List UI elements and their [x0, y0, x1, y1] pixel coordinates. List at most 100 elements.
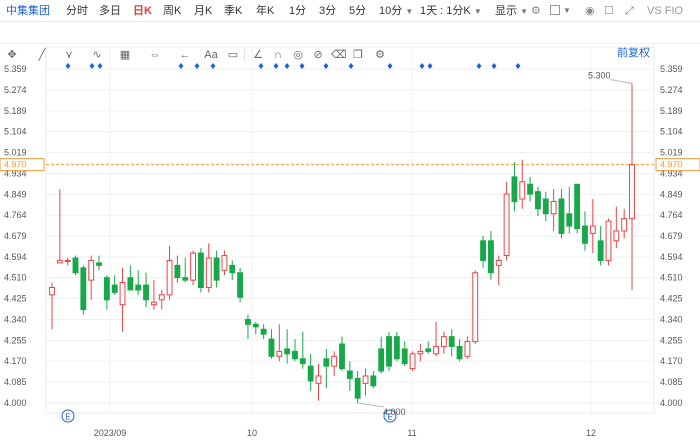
candle-body: [535, 191, 541, 210]
y-tick-label-right: 4.255: [660, 335, 683, 345]
y-tick-label-left: 4.085: [4, 377, 27, 387]
candle-body: [292, 350, 298, 360]
range-select[interactable]: 1天 : 1分K ▼: [420, 4, 482, 19]
display-menu[interactable]: 显示 ▼: [495, 4, 528, 19]
y-tick-label-left: 5.189: [4, 106, 27, 116]
top-toolbar: 中集集团 分时 多日 日K 周K 月K 季K 年K 1分 3分 5分 10分 ▼…: [0, 0, 700, 22]
candle-body: [174, 264, 181, 279]
period-month-k[interactable]: 月K: [194, 4, 212, 18]
x-tick-label: 11: [407, 428, 416, 438]
candle-body: [621, 218, 628, 232]
candle-body: [542, 198, 549, 215]
period-duori[interactable]: 多日: [99, 4, 121, 18]
candle-body: [589, 225, 596, 234]
y-tick-label-left: 5.104: [4, 127, 27, 137]
candle-body: [378, 348, 385, 372]
candle-body: [511, 176, 518, 202]
event-marker-icon: [419, 63, 425, 69]
event-marker-icon: [178, 63, 184, 69]
range-select-label: 1天 : 1分K: [420, 5, 471, 17]
candle-body: [354, 377, 361, 399]
candle-body: [190, 252, 197, 281]
chevron-down-icon: ▼: [473, 7, 482, 16]
event-marker-icon: [515, 63, 521, 69]
y-tick-label-right: 4.000: [660, 398, 683, 408]
period-1min[interactable]: 1分: [289, 4, 306, 18]
candle-body: [456, 345, 463, 360]
period-week-k[interactable]: 周K: [163, 4, 181, 18]
stock-name[interactable]: 中集集团: [6, 4, 50, 18]
fullscreen-icon[interactable]: ⤢: [625, 4, 634, 18]
candle-body: [331, 355, 338, 367]
y-tick-label-right: 4.510: [660, 273, 683, 283]
x-tick-label: 12: [586, 428, 596, 438]
candle-body: [80, 267, 87, 311]
period-5min[interactable]: 5分: [349, 4, 366, 18]
event-marker-icon: [387, 63, 393, 69]
y-tick-label-right: 5.274: [660, 85, 683, 95]
candle-body: [503, 193, 510, 257]
candle-body: [527, 183, 534, 195]
event-marker-icon: [210, 63, 216, 69]
candle-body: [566, 213, 573, 227]
candle-body: [346, 370, 353, 379]
event-marker-icon: [89, 63, 95, 69]
candle-body: [558, 198, 565, 234]
candle-body: [519, 181, 526, 200]
candle-body: [213, 257, 220, 281]
event-marker-icon: [194, 63, 200, 69]
y-tick-label-right: 4.340: [660, 314, 683, 324]
candle-body: [205, 257, 212, 288]
candle-body: [221, 255, 228, 271]
current-price-label-left: 4.970: [4, 160, 27, 170]
period-year-k[interactable]: 年K: [256, 4, 274, 18]
checkbox-icon[interactable]: [550, 5, 560, 15]
candle-body: [550, 200, 557, 215]
y-tick-label-right: 4.170: [660, 356, 683, 366]
candle-body: [299, 358, 306, 365]
chevron-down-icon[interactable]: ▼: [563, 4, 571, 18]
candle-body: [268, 338, 275, 357]
period-day-k[interactable]: 日K: [133, 4, 152, 18]
candle-body: [103, 277, 110, 301]
candle-body: [260, 328, 267, 335]
event-marker-icon: [299, 63, 305, 69]
y-tick-label-left: 4.849: [4, 189, 27, 199]
candle-body: [629, 164, 635, 220]
y-tick-label-left: 5.359: [4, 64, 27, 74]
compare-label[interactable]: VS FIO: [647, 4, 683, 18]
event-marker-icon: [284, 63, 290, 69]
candle-body: [119, 282, 126, 306]
y-tick-label-left: 4.679: [4, 231, 27, 241]
y-tick-label-left: 4.764: [4, 210, 27, 220]
candle-body: [574, 183, 581, 230]
candle-body: [362, 375, 369, 384]
y-tick-label-left: 4.255: [4, 335, 27, 345]
compare-code: FIO: [664, 5, 684, 17]
y-tick-label-left: 4.170: [4, 356, 27, 366]
period-season-k[interactable]: 季K: [224, 4, 242, 18]
candle-body: [582, 225, 588, 244]
candle-body: [401, 348, 408, 365]
note-icon[interactable]: ☐: [604, 4, 614, 18]
candle-body: [472, 272, 479, 343]
y-tick-label-right: 5.359: [660, 64, 683, 74]
candle-body: [56, 259, 63, 264]
event-e-icon-letter: E: [65, 413, 70, 422]
event-marker-icon: [65, 63, 71, 69]
camera-icon[interactable]: ◉: [585, 4, 595, 18]
high-annotation: 5.300: [588, 71, 611, 81]
y-tick-label-left: 5.274: [4, 85, 27, 95]
period-3min[interactable]: 3分: [319, 4, 336, 18]
y-tick-label-right: 5.104: [660, 127, 683, 137]
period-fenshi[interactable]: 分时: [66, 4, 88, 18]
settings-gear-icon[interactable]: ⚙: [531, 4, 541, 18]
candle-body: [393, 336, 400, 360]
event-marker-icon: [427, 63, 433, 69]
candle-body: [72, 257, 79, 274]
y-tick-label-left: 4.425: [4, 294, 27, 304]
y-tick-label-left: 4.340: [4, 314, 27, 324]
period-10min-dropdown[interactable]: 10分 ▼: [379, 4, 413, 19]
candle-body: [487, 240, 494, 274]
candle-body: [440, 336, 447, 347]
